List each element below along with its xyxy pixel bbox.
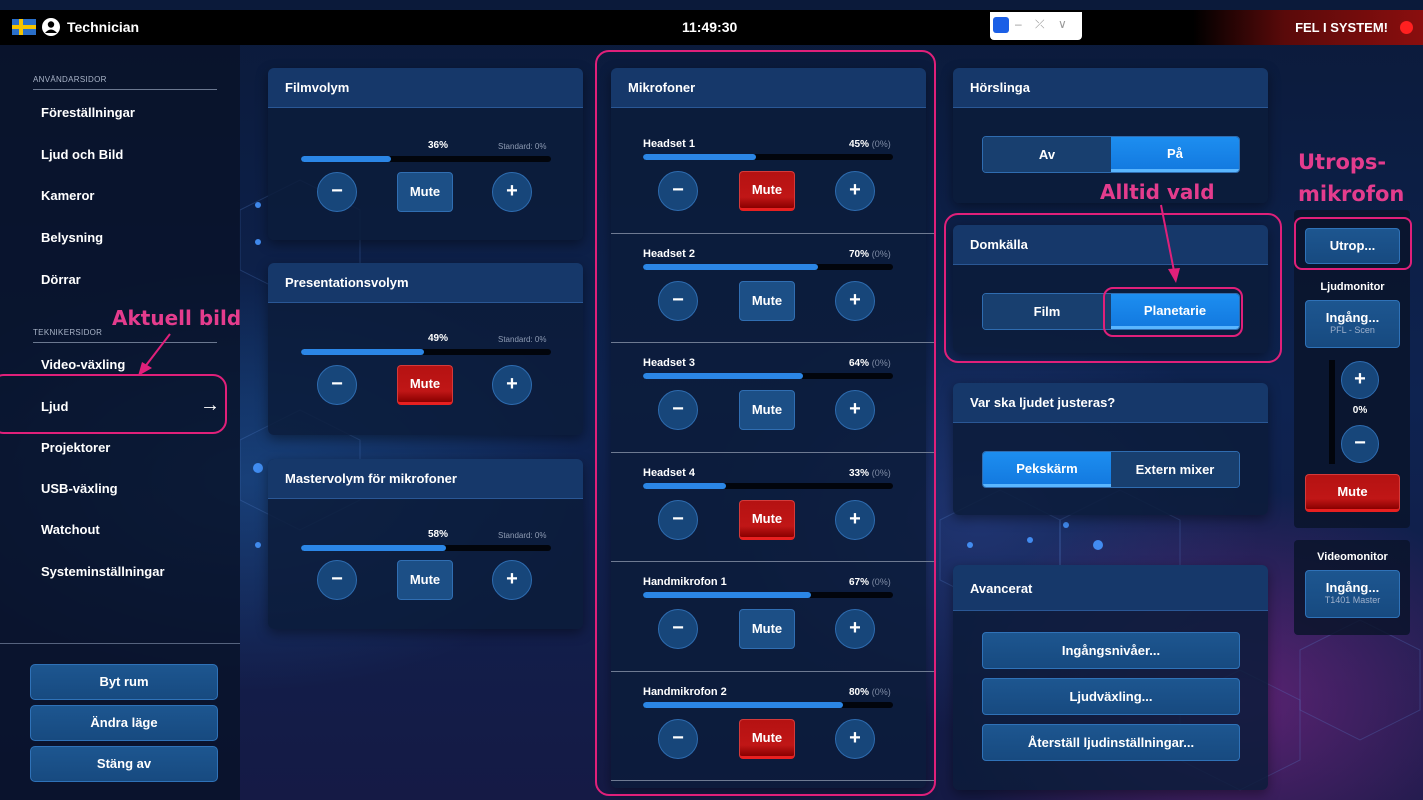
volume-up-button[interactable]: + [492, 365, 532, 405]
minimize-icon[interactable]: – [1015, 17, 1022, 31]
horslinga-toggle: Av På [982, 136, 1240, 173]
monitor-volume-down-button[interactable]: − [1341, 425, 1379, 463]
reset-audio-settings-button[interactable]: Återställ ljudinställningar... [982, 724, 1240, 761]
volume-down-button[interactable]: − [317, 560, 357, 600]
swedish-flag-icon[interactable] [12, 19, 36, 35]
videomonitor-input-label: Ingång... [1325, 580, 1380, 595]
error-dot-icon [1400, 21, 1413, 34]
chevron-down-icon[interactable]: ∨ [1058, 17, 1067, 31]
shutdown-button[interactable]: Stäng av [30, 746, 218, 782]
volume-standard: Standard: 0% [498, 531, 547, 540]
volume-bar-fill [301, 349, 424, 355]
card-filmvolym: Filmvolym 36% Standard: 0% − Mute + [268, 68, 583, 240]
monitor-mute-button[interactable]: Mute [1305, 474, 1400, 512]
annotation-frame-utrop [1294, 217, 1412, 270]
audio-switching-button[interactable]: Ljudväxling... [982, 678, 1240, 715]
annotation-text-utrops-2: mikrofon [1298, 182, 1405, 206]
volume-down-button[interactable]: − [317, 365, 357, 405]
card-title: Mastervolym för mikrofoner [268, 459, 583, 499]
volume-bar[interactable] [301, 545, 551, 551]
ljudmonitor-input-button[interactable]: Ingång... PFL - Scen [1305, 300, 1400, 348]
sidebar-item-ljud-och-bild[interactable]: Ljud och Bild [41, 147, 123, 162]
sidebar-item-forestallningar[interactable]: Föreställningar [41, 105, 135, 120]
sidebar-item-systeminstallningar[interactable]: Systeminställningar [41, 564, 165, 579]
sidebar-item-belysning[interactable]: Belysning [41, 230, 103, 245]
videomonitor-input-sub: T1401 Master [1324, 595, 1381, 605]
volume-percent: 36% [428, 140, 449, 151]
justeras-toggle: Pekskärm Extern mixer [982, 451, 1240, 488]
sidebar-divider [0, 643, 240, 644]
section-title-user: ANVÄNDARSIDOR [33, 75, 107, 84]
sidebar-item-video-vaxling[interactable]: Video-växling [41, 357, 125, 372]
monitor-level-bar [1329, 360, 1335, 464]
annotation-frame-microphones [595, 50, 936, 796]
sidebar-item-kameror[interactable]: Kameror [41, 188, 94, 203]
card-title: Presentationsvolym [268, 263, 583, 303]
volume-percent: 58% [428, 529, 449, 540]
monitor-volume-up-button[interactable]: + [1341, 361, 1379, 399]
top-bar: Technician 11:49:30 – ⤫ ∨ FEL I SYSTEM! [0, 10, 1423, 45]
remote-logo-icon [993, 17, 1009, 33]
change-room-button[interactable]: Byt rum [30, 664, 218, 700]
volume-standard: Standard: 0% [498, 142, 547, 151]
volume-bar[interactable] [301, 349, 551, 355]
error-text: FEL I SYSTEM! [1295, 20, 1388, 35]
card-title: Var ska ljudet justeras? [953, 383, 1268, 423]
sidebar-item-usb-vaxling[interactable]: USB-växling [41, 481, 118, 496]
system-error-indicator[interactable]: FEL I SYSTEM! [1193, 10, 1423, 45]
input-levels-button[interactable]: Ingångsnivåer... [982, 632, 1240, 669]
volume-up-button[interactable]: + [492, 172, 532, 212]
user-name: Technician [67, 19, 140, 35]
card-mastervolym: Mastervolym för mikrofoner 58% Standard:… [268, 459, 583, 629]
sidebar-item-projektorer[interactable]: Projektorer [41, 440, 110, 455]
mute-button[interactable]: Mute [397, 365, 453, 405]
card-title: Filmvolym [268, 68, 583, 108]
volume-standard: Standard: 0% [498, 335, 547, 344]
videomonitor-input-button[interactable]: Ingång... T1401 Master [1305, 570, 1400, 618]
volume-bar[interactable] [301, 156, 551, 162]
remote-control-widget[interactable]: – ⤫ ∨ [990, 12, 1082, 40]
change-mode-button[interactable]: Ändra läge [30, 705, 218, 741]
section-divider [33, 342, 217, 343]
card-title: Hörslinga [953, 68, 1268, 108]
volume-bar-fill [301, 545, 446, 551]
mute-button[interactable]: Mute [397, 172, 453, 212]
expand-icon[interactable]: ⤫ [1035, 17, 1045, 32]
sidebar-item-dorrar[interactable]: Dörrar [41, 272, 81, 287]
clock: 11:49:30 [682, 19, 738, 35]
volume-bar-fill [301, 156, 391, 162]
annotation-arrow-icon [1160, 204, 1180, 283]
ljudmonitor-input-sub: PFL - Scen [1330, 325, 1375, 335]
annotation-text-always-selected: Alltid vald [1100, 180, 1215, 204]
ljudmonitor-title: Ljudmonitor [1320, 281, 1385, 293]
videomonitor-title: Videomonitor [1317, 551, 1388, 563]
section-title-tech: TEKNIKERSIDOR [33, 328, 103, 337]
option-pekskarm[interactable]: Pekskärm [983, 452, 1111, 487]
mute-button[interactable]: Mute [397, 560, 453, 600]
card-title: Avancerat [953, 565, 1268, 611]
card-justeras: Var ska ljudet justeras? Pekskärm Extern… [953, 383, 1268, 515]
user-icon [42, 18, 60, 36]
ljudmonitor-input-label: Ingång... [1325, 310, 1380, 325]
option-av[interactable]: Av [983, 137, 1111, 172]
monitor-percent: 0% [1352, 405, 1368, 416]
option-extern-mixer[interactable]: Extern mixer [1111, 452, 1239, 487]
option-pa[interactable]: På [1111, 137, 1239, 172]
section-divider [33, 89, 217, 90]
annotation-arrow-icon [138, 333, 171, 376]
annotation-frame-planetarie [1103, 287, 1243, 337]
volume-percent: 49% [428, 333, 449, 344]
card-presentationsvolym: Presentationsvolym 49% Standard: 0% − Mu… [268, 263, 583, 435]
annotation-frame-current [0, 374, 227, 434]
volume-down-button[interactable]: − [317, 172, 357, 212]
sidebar-item-watchout[interactable]: Watchout [41, 522, 100, 537]
annotation-text-current: Aktuell bild [112, 306, 242, 330]
volume-up-button[interactable]: + [492, 560, 532, 600]
annotation-text-utrops-1: Utrops- [1298, 150, 1387, 174]
